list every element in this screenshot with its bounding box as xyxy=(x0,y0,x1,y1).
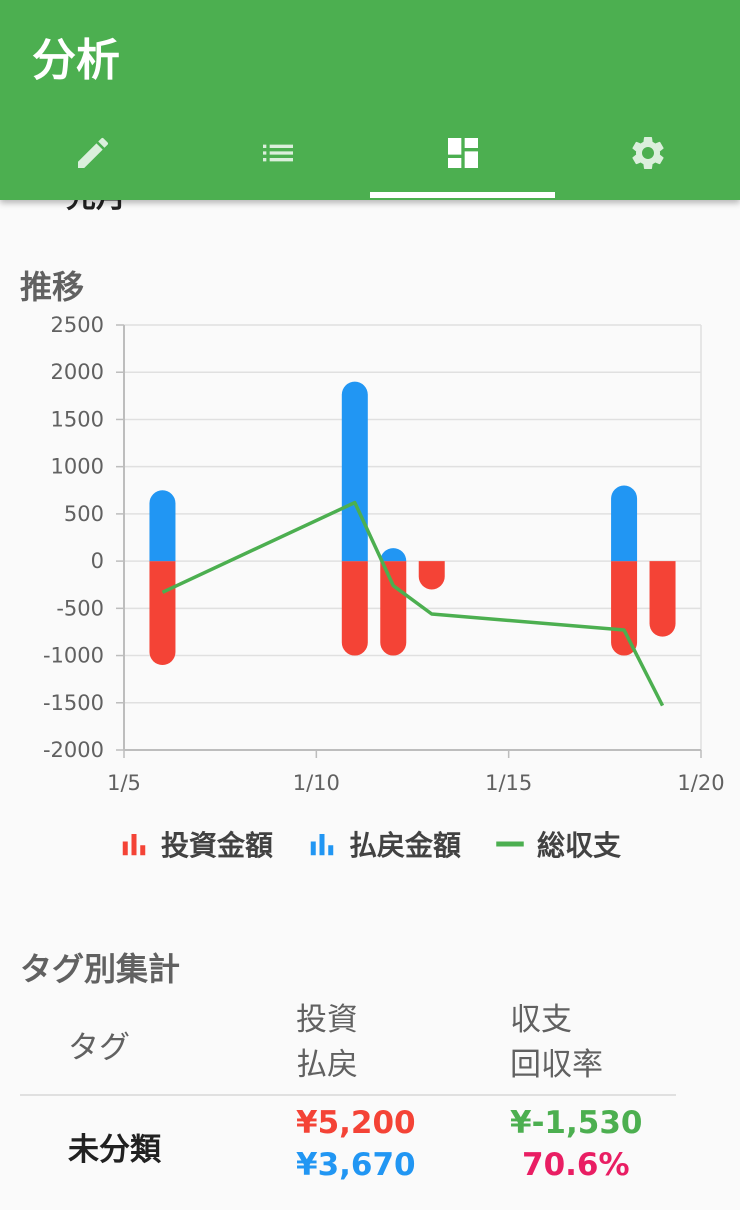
app-bar: 分析 xyxy=(0,0,740,200)
investment-bar xyxy=(611,561,638,656)
legend-item-payout: 払戻金額 xyxy=(307,824,461,864)
tab-dashboard[interactable] xyxy=(370,106,555,200)
row-recovery-rate: 70.6% xyxy=(522,1147,630,1183)
row-investment: ¥5,200 xyxy=(296,1105,416,1141)
legend-label-investment: 投資金額 xyxy=(160,829,273,862)
header-payout: 払戻 xyxy=(296,1047,358,1083)
row-payout: ¥3,670 xyxy=(296,1147,416,1183)
tab-bar xyxy=(0,106,740,200)
tab-settings[interactable] xyxy=(555,106,740,200)
investment-bar xyxy=(380,561,407,656)
investment-bar xyxy=(418,561,445,590)
payout-bar xyxy=(149,490,176,562)
legend-label-payout: 払戻金額 xyxy=(348,829,461,862)
active-tab-indicator xyxy=(370,192,555,198)
legend-item-balance: 総収支 xyxy=(495,824,621,864)
header-balance: 収支 xyxy=(510,1002,572,1038)
bar-chart-icon xyxy=(122,834,146,856)
chart-bars xyxy=(149,381,676,665)
row-tag: 未分類 xyxy=(68,1132,161,1168)
x-tick-label: 1/20 xyxy=(677,771,724,795)
legend-item-investment: 投資金額 xyxy=(119,824,273,864)
chart-lines xyxy=(161,500,665,707)
investment-bar xyxy=(649,561,676,637)
legend-label-balance: 総収支 xyxy=(537,829,622,862)
tag-summary-title: タグ別集計 xyxy=(20,950,181,988)
payout-bar xyxy=(611,485,638,562)
y-tick-label: 1000 xyxy=(51,455,104,479)
row-balance: ¥-1,530 xyxy=(510,1105,643,1141)
chart-legend: 投資金額 払戻金額 総収支 xyxy=(0,822,740,866)
header-investment: 投資 xyxy=(296,1002,358,1038)
y-tick-label: -500 xyxy=(56,596,104,620)
bar-chart-icon xyxy=(310,834,334,856)
gear-icon xyxy=(631,137,664,169)
tab-edit[interactable] xyxy=(0,106,185,200)
y-tick-label: -2000 xyxy=(43,738,104,762)
trend-chart: 25002000150010005000-500-1000-1500-20001… xyxy=(43,313,725,795)
header-recovery-rate: 回収率 xyxy=(510,1047,603,1083)
investment-bar xyxy=(149,561,176,665)
investment-bar xyxy=(341,561,368,656)
header-tag: タグ xyxy=(68,1030,130,1066)
row-amounts: ¥5,200 ¥3,670 xyxy=(296,1102,416,1186)
header-balance-rate: 収支 回収率 xyxy=(510,998,603,1088)
y-tick-label: 2000 xyxy=(51,360,104,384)
tab-list[interactable] xyxy=(185,106,370,200)
balance-line xyxy=(161,500,665,707)
dashboard-icon xyxy=(447,138,478,168)
app-title: 分析 xyxy=(32,35,120,86)
row-results: ¥-1,530 70.6% xyxy=(510,1102,643,1186)
y-tick-label: -1500 xyxy=(43,691,104,715)
header-investment-payout: 投資 払戻 xyxy=(296,998,358,1088)
line-icon xyxy=(496,841,524,847)
y-tick-label: -1000 xyxy=(43,644,104,668)
y-tick-label: 500 xyxy=(64,502,104,526)
payout-bar xyxy=(380,548,407,562)
table-divider xyxy=(20,1094,676,1096)
pencil-icon xyxy=(77,137,108,168)
y-tick-label: 0 xyxy=(91,549,104,573)
y-tick-label: 1500 xyxy=(51,407,104,431)
x-tick-label: 1/5 xyxy=(107,771,141,795)
list-icon xyxy=(262,144,293,162)
x-tick-label: 1/10 xyxy=(293,771,340,795)
y-tick-label: 2500 xyxy=(51,313,104,337)
x-tick-label: 1/15 xyxy=(485,771,532,795)
payout-bar xyxy=(341,381,368,562)
